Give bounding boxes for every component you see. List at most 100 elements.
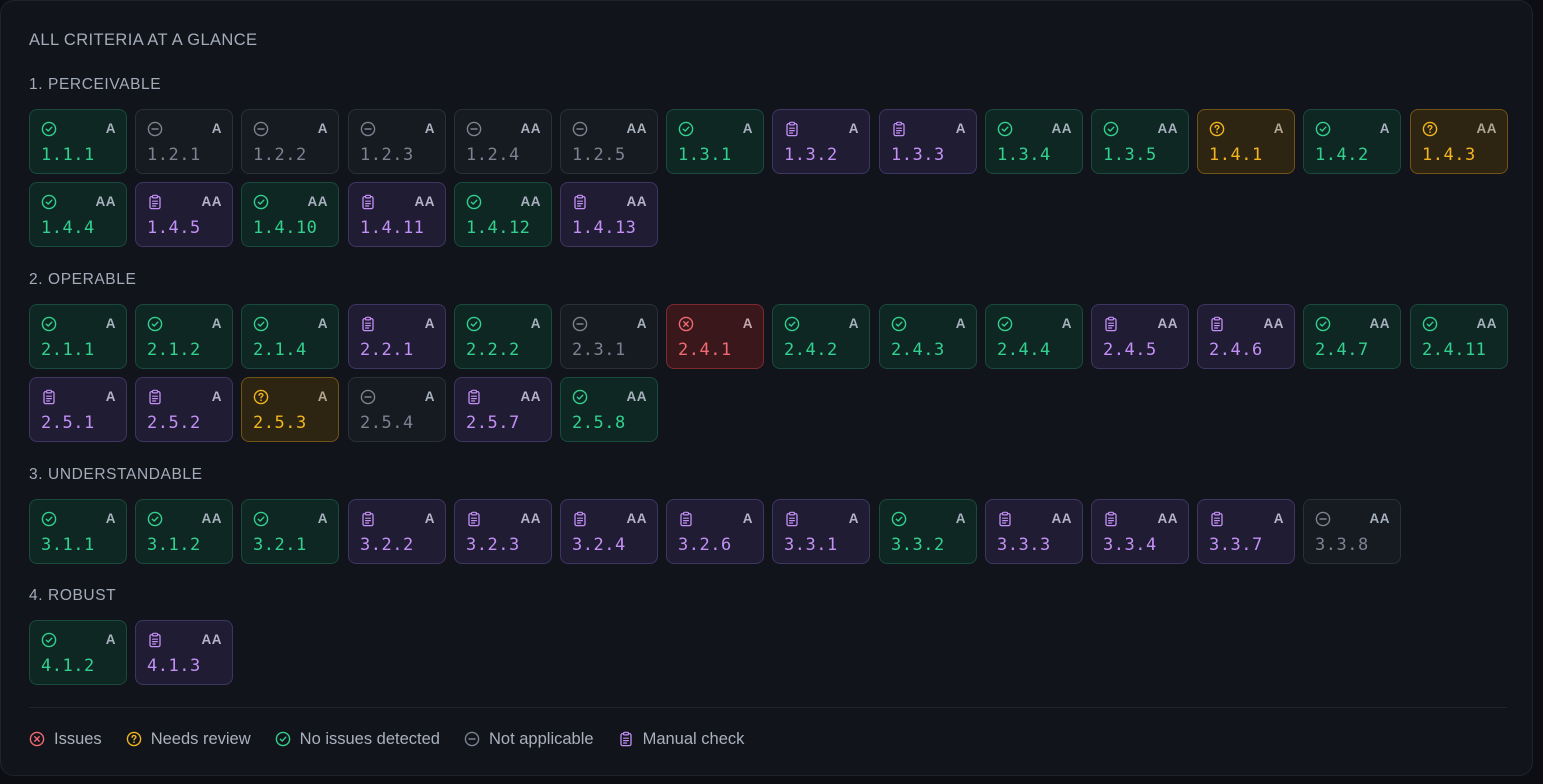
criterion-card[interactable]: A 1.4.1 [1197,109,1295,174]
criterion-card[interactable]: A 3.3.1 [772,499,870,564]
criterion-id: 2.4.7 [1315,340,1369,360]
criterion-card[interactable]: AA 2.4.11 [1410,304,1508,369]
criterion-level: A [317,389,328,404]
criterion-card[interactable]: A 3.1.1 [29,499,127,564]
criterion-card[interactable]: A 2.1.2 [135,304,233,369]
criterion-card[interactable]: A 2.5.3 [241,377,339,442]
legend-label: Not applicable [489,729,594,748]
criterion-card[interactable]: A 2.5.2 [135,377,233,442]
criterion-id: 1.2.2 [253,145,307,165]
criterion-card[interactable]: A 2.5.4 [348,377,446,442]
criterion-card[interactable]: AA 1.4.3 [1410,109,1508,174]
clipboard-icon [572,511,588,527]
minus-circle-icon [572,121,588,137]
criterion-id: 2.4.11 [1422,340,1487,360]
criterion-card[interactable]: AA 1.4.11 [348,182,446,247]
criterion-card[interactable]: A 1.4.2 [1303,109,1401,174]
criterion-card[interactable]: AA 2.5.8 [560,377,658,442]
criterion-card[interactable]: AA 1.3.5 [1091,109,1189,174]
clipboard-icon [618,731,634,747]
criterion-card[interactable]: A 2.1.4 [241,304,339,369]
legend-divider [29,707,1507,708]
criterion-id: 2.4.3 [891,340,945,360]
criterion-card[interactable]: AA 1.4.13 [560,182,658,247]
legend-label: Issues [54,729,102,748]
criterion-card[interactable]: A 2.3.1 [560,304,658,369]
criterion-card[interactable]: AA 3.3.3 [985,499,1083,564]
criterion-card[interactable]: AA 1.4.5 [135,182,233,247]
clipboard-icon [147,194,163,210]
criterion-card[interactable]: AA 1.2.4 [454,109,552,174]
criterion-level: AA [414,194,435,209]
criterion-card[interactable]: A 2.4.4 [985,304,1083,369]
criterion-card[interactable]: A 3.3.2 [879,499,977,564]
criterion-id: 3.3.1 [784,535,838,555]
criterion-card[interactable]: A 1.3.1 [666,109,764,174]
criterion-id: 1.4.3 [1422,145,1476,165]
criterion-card[interactable]: AA 3.3.8 [1303,499,1401,564]
criterion-card[interactable]: A 1.2.2 [241,109,339,174]
criterion-card[interactable]: AA 2.4.7 [1303,304,1401,369]
check-circle-icon [41,511,57,527]
criterion-card[interactable]: AA 1.3.4 [985,109,1083,174]
criterion-card[interactable]: A 1.2.3 [348,109,446,174]
criterion-card[interactable]: AA 3.1.2 [135,499,233,564]
minus-circle-icon [1315,511,1331,527]
criterion-level: A [424,121,435,136]
clipboard-icon [784,121,800,137]
criterion-card[interactable]: A 1.3.2 [772,109,870,174]
criterion-id: 1.4.13 [572,218,637,238]
criterion-id: 1.4.12 [466,218,531,238]
clipboard-icon [891,121,907,137]
criterion-card[interactable]: A 3.3.7 [1197,499,1295,564]
criterion-level: AA [1476,121,1497,136]
criterion-card[interactable]: AA 1.4.10 [241,182,339,247]
criterion-card[interactable]: A 1.1.1 [29,109,127,174]
legend-item-needs-review: Needs review [126,730,251,749]
criterion-card[interactable]: A 2.4.2 [772,304,870,369]
criterion-card[interactable]: AA 2.4.5 [1091,304,1189,369]
criterion-id: 3.2.1 [253,535,307,555]
criterion-id: 1.4.2 [1315,145,1369,165]
check-circle-icon [41,121,57,137]
criterion-id: 4.1.3 [147,656,201,676]
criterion-card[interactable]: AA 2.5.7 [454,377,552,442]
criterion-card[interactable]: A 2.1.1 [29,304,127,369]
minus-circle-icon [360,121,376,137]
criterion-id: 1.1.1 [41,145,95,165]
criterion-card[interactable]: A 2.2.2 [454,304,552,369]
criterion-card[interactable]: AA 1.4.4 [29,182,127,247]
criterion-card[interactable]: AA 1.2.5 [560,109,658,174]
criterion-card[interactable]: AA 4.1.3 [135,620,233,685]
criterion-card[interactable]: AA 1.4.12 [454,182,552,247]
section-title-operable: 2. OPERABLE [29,271,137,288]
criterion-id: 1.4.5 [147,218,201,238]
criterion-card[interactable]: A 3.2.1 [241,499,339,564]
criterion-card[interactable]: A 2.2.1 [348,304,446,369]
criterion-id: 2.1.1 [41,340,95,360]
criterion-id: 1.4.4 [41,218,95,238]
check-circle-icon [275,731,291,747]
criterion-card[interactable]: A 4.1.2 [29,620,127,685]
criterion-card[interactable]: AA 2.4.6 [1197,304,1295,369]
criterion-card[interactable]: A 1.2.1 [135,109,233,174]
criterion-card[interactable]: A 2.4.1 [666,304,764,369]
criterion-card[interactable]: AA 3.2.3 [454,499,552,564]
criterion-card[interactable]: A 1.3.3 [879,109,977,174]
criterion-card[interactable]: A 3.2.2 [348,499,446,564]
criterion-card[interactable]: AA 3.2.4 [560,499,658,564]
criterion-id: 2.4.4 [997,340,1051,360]
criterion-id: 1.4.11 [360,218,425,238]
criterion-card[interactable]: A 2.4.3 [879,304,977,369]
criterion-level: A [955,511,966,526]
criterion-id: 1.3.1 [678,145,732,165]
criterion-card[interactable]: A 2.5.1 [29,377,127,442]
criterion-card[interactable]: A 3.2.6 [666,499,764,564]
status-legend: Issues Needs review No issues detected N… [29,728,768,750]
x-circle-icon [678,316,694,332]
criterion-id: 1.4.1 [1209,145,1263,165]
check-circle-icon [1315,121,1331,137]
check-circle-icon [678,121,694,137]
criterion-level: A [105,316,116,331]
criterion-card[interactable]: AA 3.3.4 [1091,499,1189,564]
